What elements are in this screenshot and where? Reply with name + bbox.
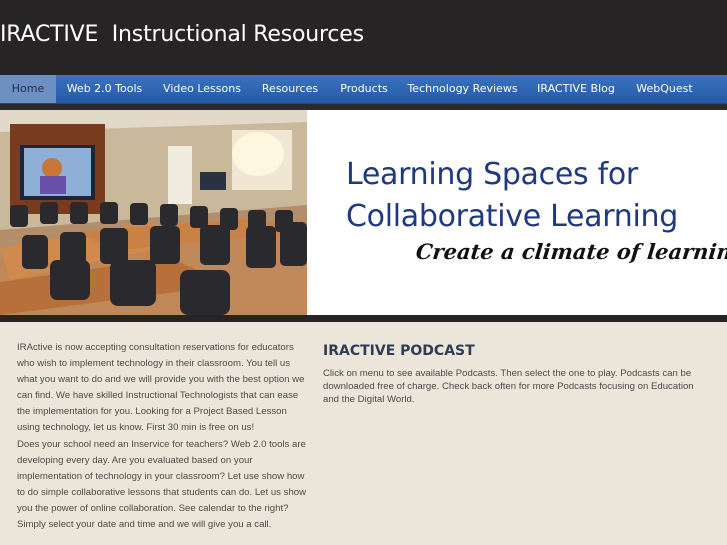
classroom-photo	[0, 110, 307, 315]
nav-item-iractive-blog[interactable]: IRACTIVE Blog	[526, 75, 626, 103]
nav-item-home[interactable]: Home	[0, 75, 56, 103]
nav-item-technology-reviews[interactable]: Technology Reviews	[399, 75, 526, 103]
podcast-section: IRACTIVE PODCAST Click on menu to see av…	[323, 342, 708, 406]
consultation-text: IRActive is now accepting consultation r…	[17, 340, 307, 533]
inservice-paragraph: Does your school need an Inservice for t…	[17, 438, 307, 531]
nav-item-video-lessons[interactable]: Video Lessons	[153, 75, 251, 103]
nav-item-web-tools[interactable]: Web 2.0 Tools	[56, 75, 153, 103]
banner-divider	[0, 315, 727, 322]
podcast-description: Click on menu to see available Podcasts.…	[323, 368, 694, 405]
hero-banner: Learning Spaces for Collaborative Learni…	[0, 110, 727, 315]
banner-tagline: Create a climate of learning	[414, 239, 727, 264]
main-nav: Home Web 2.0 Tools Video Lessons Resourc…	[0, 75, 727, 104]
nav-item-webquest[interactable]: WebQuest	[626, 75, 703, 103]
banner-headline: Learning Spaces for Collaborative Learni…	[346, 154, 678, 238]
banner-headline-line-2: Collaborative Learning	[346, 199, 678, 234]
site-title[interactable]: IRACTIVE Instructional Resources	[0, 22, 364, 47]
consultation-paragraph: IRActive is now accepting consultation r…	[17, 342, 305, 434]
nav-item-products[interactable]: Products	[329, 75, 399, 103]
podcast-title: IRACTIVE PODCAST	[323, 343, 475, 359]
banner-headline-line-1: Learning Spaces for	[346, 157, 638, 192]
nav-item-resources[interactable]: Resources	[251, 75, 329, 103]
site-header: IRACTIVE Instructional Resources	[0, 0, 727, 75]
main-content: IRActive is now accepting consultation r…	[0, 322, 727, 545]
